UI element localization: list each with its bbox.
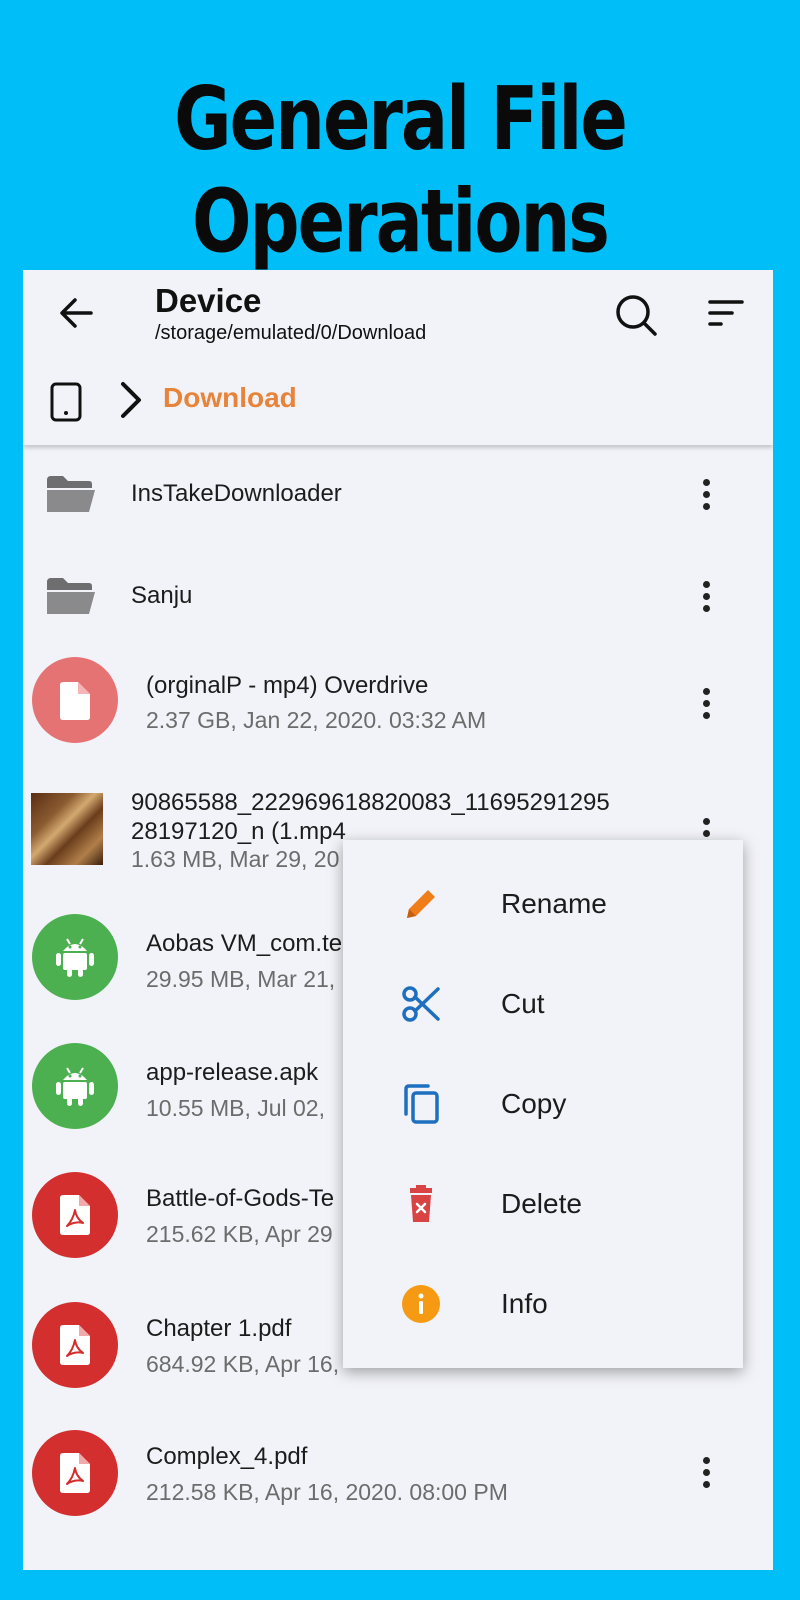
menu-label: Copy (501, 1088, 567, 1119)
phone-device-icon[interactable] (49, 382, 83, 422)
menu-label: Delete (501, 1188, 582, 1219)
file-name: app-release.apk (146, 1059, 319, 1086)
file-meta: 1.63 MB, Mar 29, 20 (131, 846, 340, 872)
file-type-badge (32, 1430, 118, 1516)
file-name: Complex_4.pdf (146, 1443, 308, 1470)
menu-label: Info (501, 1288, 548, 1319)
file-meta: 29.95 MB, Mar 21, (146, 966, 336, 992)
scissors-icon (402, 986, 440, 1022)
breadcrumb-download[interactable]: Download (163, 382, 297, 414)
current-path: /storage/emulated/0/Download (155, 322, 427, 344)
menu-item-rename[interactable]: Rename (343, 854, 743, 954)
info-icon (402, 1285, 440, 1323)
pencil-icon (407, 890, 435, 918)
document-icon (60, 682, 90, 720)
file-meta: 684.92 KB, Apr 16, (146, 1351, 340, 1377)
menu-item-copy[interactable]: Copy (343, 1054, 743, 1154)
sort-icon[interactable] (708, 298, 744, 328)
file-name: InsTakeDownloader (131, 480, 342, 507)
menu-label: Rename (501, 888, 607, 919)
more-vert-icon[interactable] (695, 577, 719, 617)
menu-item-delete[interactable]: Delete (343, 1154, 743, 1254)
video-thumbnail (31, 793, 103, 865)
more-vert-icon[interactable] (695, 684, 719, 724)
file-type-badge (32, 1302, 118, 1388)
list-item[interactable]: Complex_4.pdf 212.58 KB, Apr 16, 2020. 0… (23, 1430, 773, 1540)
file-meta: 10.55 MB, Jul 02, (146, 1095, 325, 1121)
android-icon (56, 938, 94, 977)
folder-icon (47, 578, 95, 614)
folder-icon (47, 476, 95, 512)
pdf-icon (60, 1325, 90, 1365)
file-name: Battle-of-Gods-Te (146, 1185, 335, 1212)
file-name: 90865588_222969618820083_11695291295 (131, 789, 610, 816)
file-meta: 212.58 KB, Apr 16, 2020. 08:00 PM (146, 1479, 508, 1505)
list-item[interactable]: InsTakeDownloader (23, 450, 773, 540)
banner-title: General File Operations (174, 67, 628, 273)
menu-item-cut[interactable]: Cut (343, 954, 743, 1054)
menu-label: Cut (501, 988, 545, 1019)
file-name-line2: 28197120_n (1.mp4 (131, 818, 346, 845)
file-type-badge (32, 657, 118, 743)
list-item[interactable]: Sanju (23, 550, 773, 640)
page-title: Device (155, 282, 262, 319)
chevron-right-icon (121, 382, 141, 418)
more-vert-icon[interactable] (695, 475, 719, 515)
file-name: (orginalP - mp4) Overdrive (146, 672, 429, 699)
file-meta: 2.37 GB, Jan 22, 2020. 03:32 AM (146, 707, 487, 733)
file-name: Aobas VM_com.te (146, 930, 343, 957)
file-meta: 215.62 KB, Apr 29 (146, 1221, 333, 1247)
back-arrow-icon[interactable] (51, 288, 101, 338)
file-type-badge (32, 1172, 118, 1258)
pdf-icon (60, 1195, 90, 1235)
file-name: Chapter 1.pdf (146, 1315, 292, 1342)
more-vert-icon[interactable] (695, 1453, 719, 1493)
android-icon (56, 1067, 94, 1106)
file-type-badge (32, 914, 118, 1000)
context-menu: Rename Cut Copy Delete Info (343, 840, 743, 1368)
file-type-badge (32, 1043, 118, 1129)
pdf-icon (60, 1453, 90, 1493)
trash-icon (410, 1185, 432, 1222)
file-name: Sanju (131, 582, 193, 609)
copy-icon (404, 1084, 439, 1124)
list-item[interactable]: (orginalP - mp4) Overdrive 2.37 GB, Jan … (23, 652, 773, 762)
menu-item-info[interactable]: Info (343, 1254, 743, 1354)
search-icon[interactable] (613, 292, 659, 338)
app-bar: Device /storage/emulated/0/Download Down… (23, 270, 773, 445)
